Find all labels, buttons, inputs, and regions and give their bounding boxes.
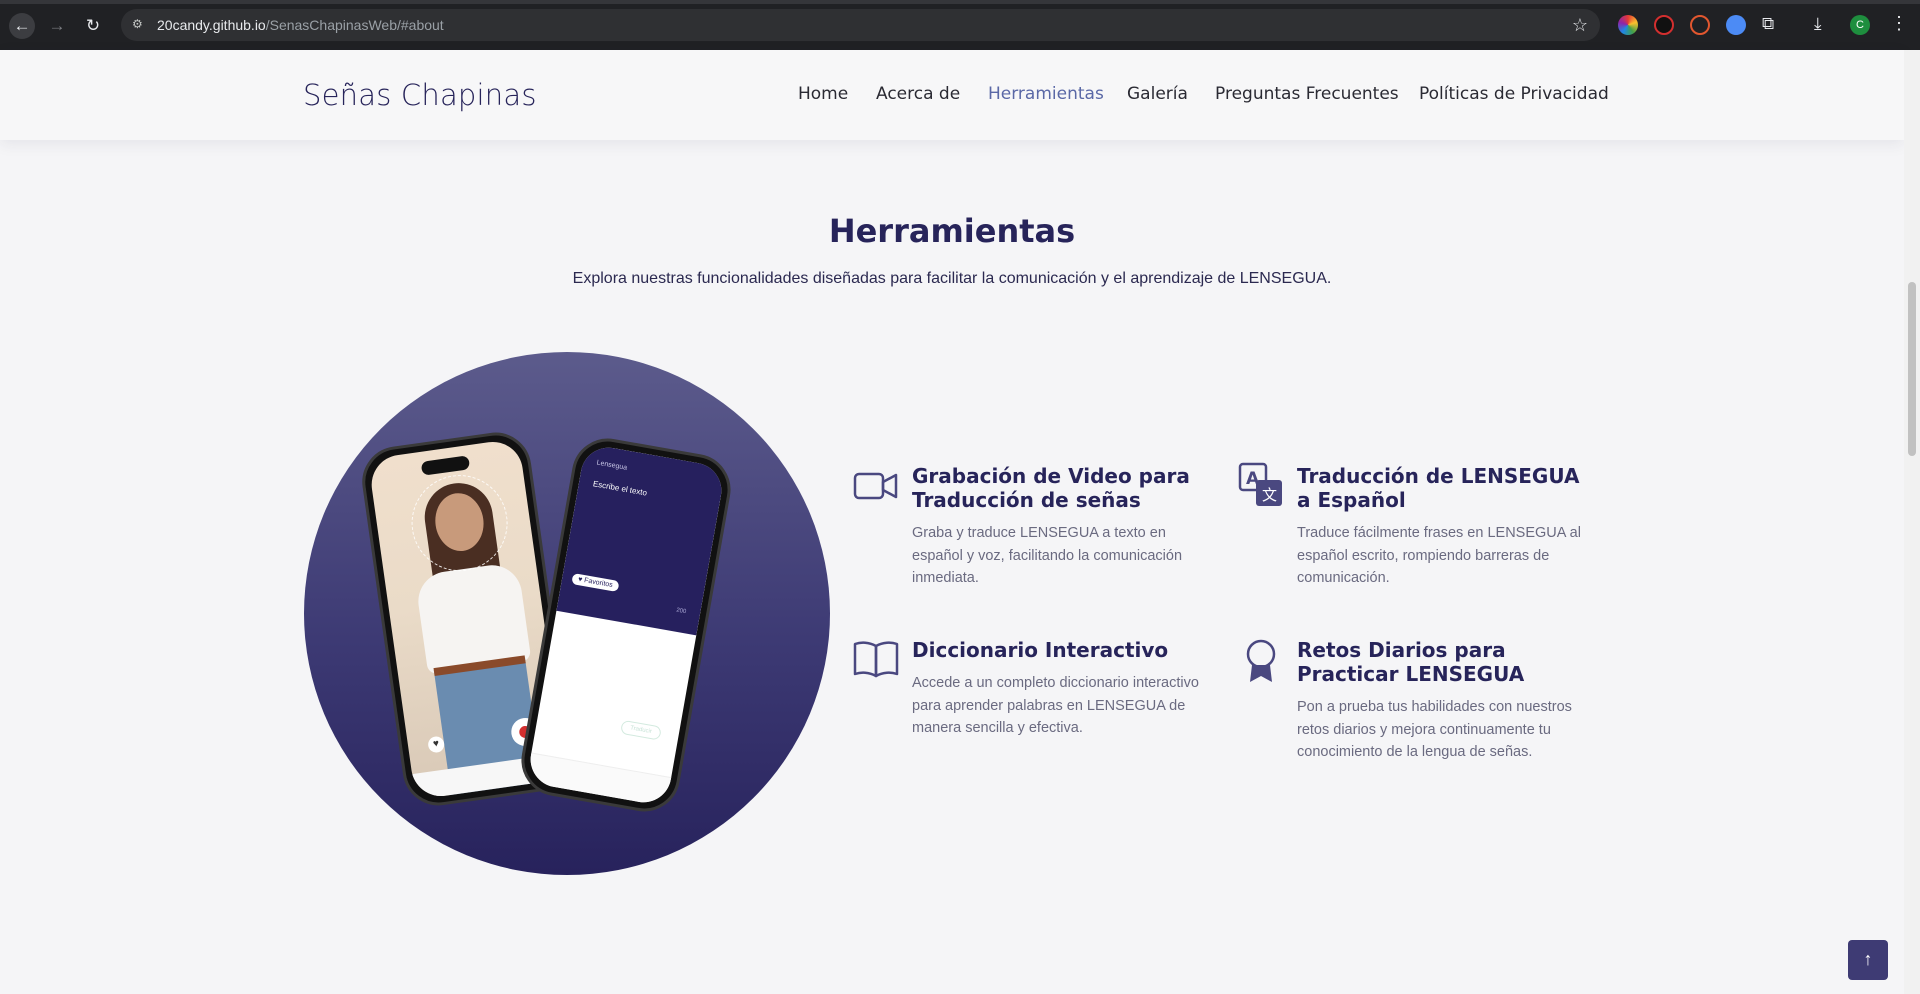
tab-strip	[0, 0, 1920, 4]
url-path: /SenasChapinasWeb/#about	[265, 17, 444, 33]
extension-blue-icon[interactable]	[1726, 15, 1746, 35]
extension-hat-icon[interactable]	[1654, 15, 1674, 35]
feature-desc-translation: Traduce fácilmente frases en LENSEGUA al…	[1297, 525, 1581, 586]
feature-title-translation: Traducción de LENSEGUA a Español	[1297, 464, 1580, 512]
site-header: Señas Chapinas Home Acerca de Herramient…	[0, 50, 1904, 140]
nav-acerca-de[interactable]: Acerca de	[876, 84, 960, 104]
nav-herramientas[interactable]: Herramientas	[988, 84, 1104, 104]
nav-home[interactable]: Home	[798, 84, 848, 104]
phone-text-mockup: Lensegua Escribe el texto ♥ Favoritos 20…	[515, 432, 737, 818]
svg-text:文: 文	[1262, 486, 1277, 504]
browser-menu-icon[interactable]: ⋮	[1890, 13, 1908, 34]
phone-tab-bar	[526, 752, 672, 807]
url-text[interactable]: 20candy.github.io/SenasChapinasWeb/#abou…	[157, 17, 444, 33]
bookmark-star-icon[interactable]: ☆	[1572, 15, 1588, 36]
feature-desc-video: Graba y traduce LENSEGUA a texto en espa…	[912, 525, 1183, 586]
nav-galeria[interactable]: Galería	[1127, 84, 1188, 104]
browser-toolbar: ← → ↻ ⚙ 20candy.github.io/SenasChapinasW…	[0, 0, 1920, 50]
site-brand[interactable]: Señas Chapinas	[303, 78, 537, 112]
mock-translate-button: Traducir	[620, 719, 662, 741]
feature-desc-challenges: Pon a prueba tus habilidades con nuestro…	[1297, 699, 1572, 760]
section-title: Herramientas	[828, 212, 1076, 250]
mock-input-placeholder: Escribe el texto	[592, 479, 648, 498]
phone-text-header: Lensegua Escribe el texto ♥ Favoritos 20…	[556, 443, 726, 636]
video-camera-icon	[853, 468, 899, 509]
site-settings-icon[interactable]: ⚙	[132, 17, 148, 33]
nav-politicas-privacidad[interactable]: Políticas de Privacidad	[1419, 84, 1609, 104]
mock-char-count: 200	[675, 607, 687, 616]
extension-layers-icon[interactable]	[1690, 15, 1710, 35]
address-bar[interactable]: ⚙ 20candy.github.io/SenasChapinasWeb/#ab…	[121, 9, 1600, 41]
url-host: 20candy.github.io	[157, 17, 266, 33]
extension-color-icon[interactable]	[1618, 15, 1638, 35]
app-mockup-illustration: ♥ Lensegua Escribe el texto ♥ Favoritos …	[304, 352, 830, 875]
feature-desc-dictionary: Accede a un completo diccionario interac…	[912, 675, 1199, 736]
phone-text-screen: Lensegua Escribe el texto ♥ Favoritos 20…	[526, 443, 726, 807]
mock-app-name: Lensegua	[596, 459, 628, 472]
nav-preguntas-frecuentes[interactable]: Preguntas Frecuentes	[1215, 84, 1399, 104]
scrollbar-thumb[interactable]	[1908, 282, 1916, 456]
profile-avatar[interactable]: C	[1850, 15, 1870, 35]
reload-button[interactable]: ↻	[80, 13, 106, 39]
award-ribbon-icon	[1242, 638, 1280, 689]
extensions-puzzle-icon[interactable]: ⧉	[1762, 14, 1774, 34]
feature-title-video: Grabación de Video para Traducción de se…	[912, 464, 1190, 512]
forward-button[interactable]: →	[44, 13, 70, 39]
page-scrollbar[interactable]	[1904, 50, 1920, 994]
section-subtitle: Explora nuestras funcionalidades diseñad…	[572, 270, 1332, 287]
feature-title-dictionary: Diccionario Interactivo	[912, 638, 1169, 662]
feature-title-challenges: Retos Diarios para Practicar LENSEGUA	[1297, 638, 1525, 686]
arrow-up-icon: ↑	[1863, 949, 1873, 969]
back-button[interactable]: ←	[9, 13, 35, 39]
mock-favorites-chip: ♥ Favoritos	[571, 573, 620, 593]
phone-notch	[420, 455, 471, 476]
downloads-icon[interactable]: ⤓	[1814, 14, 1822, 34]
translate-icon: A文	[1238, 462, 1284, 513]
scroll-to-top-button[interactable]: ↑	[1848, 940, 1888, 980]
open-book-icon	[853, 640, 899, 683]
